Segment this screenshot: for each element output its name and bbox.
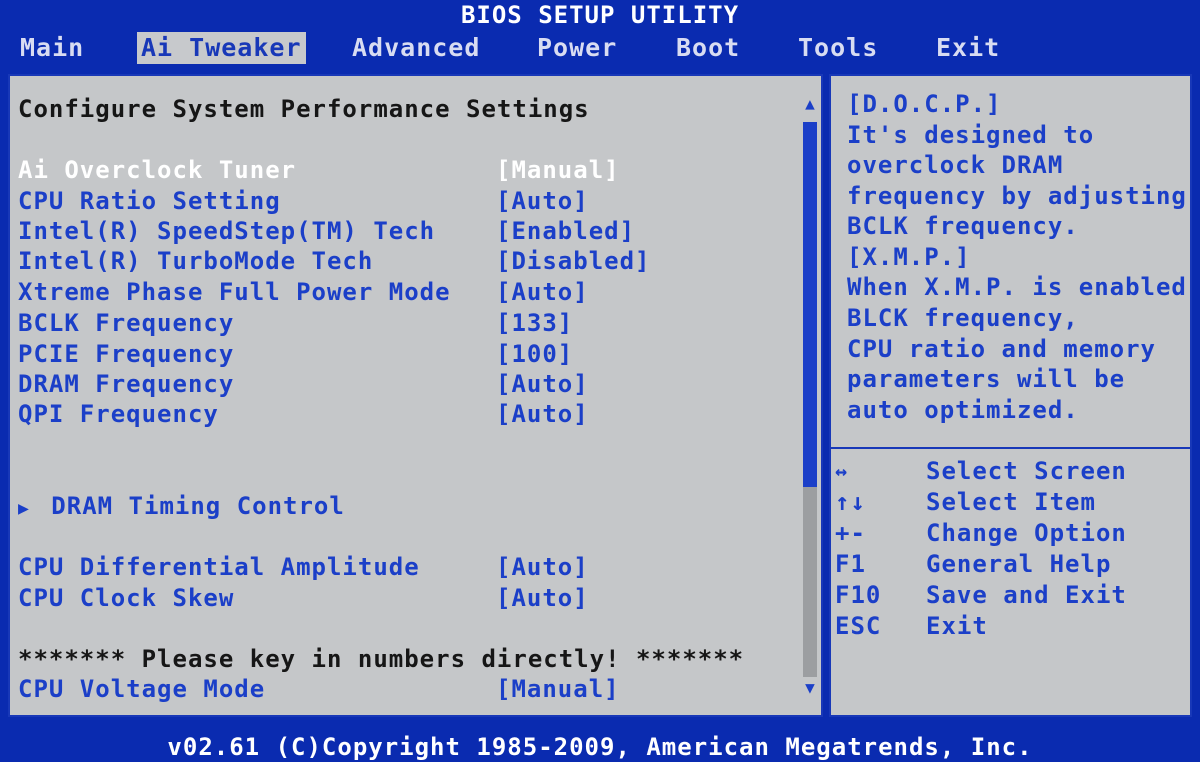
help-line: BLCK frequency, [847,304,1079,332]
copyright-footer: v02.61 (C)Copyright 1985-2009, American … [167,733,1033,761]
key-left-right-icon: ↔ [835,459,849,483]
help-line: It's designed to [847,121,1095,149]
tab-boot[interactable]: Boot [672,32,744,64]
key-esc: ESC [835,612,882,640]
key-f10: F10 [835,581,882,609]
key-f1: F1 [835,550,866,578]
setting-value-pcie-frequency[interactable]: [100] [496,339,573,369]
setting-value-cpu-ratio[interactable]: [Auto] [496,186,589,216]
help-line: frequency by adjusting [847,182,1187,210]
submenu-arrow-icon: ▶ [18,498,30,519]
setting-value-cpu-voltage-mode[interactable]: [Manual] [496,674,620,704]
setting-label-speedstep[interactable]: Intel(R) SpeedStep(TM) Tech [18,216,435,246]
section-title: Configure System Performance Settings [18,95,590,123]
tab-exit[interactable]: Exit [932,32,1004,64]
key-desc: General Help [926,550,1112,578]
setting-label-cpu-ratio[interactable]: CPU Ratio Setting [18,186,281,216]
scroll-up-icon[interactable]: ▲ [801,96,819,112]
submenu-label: DRAM Timing Control [51,492,345,520]
setting-value-turbomode[interactable]: [Disabled] [496,246,651,276]
tab-power[interactable]: Power [533,32,621,64]
setting-label-dram-frequency[interactable]: DRAM Frequency [18,369,234,399]
key-desc: Select Item [926,488,1096,516]
setting-label-cpu-diff-amplitude[interactable]: CPU Differential Amplitude [18,552,420,582]
tab-ai-tweaker[interactable]: Ai Tweaker [137,32,306,64]
key-desc: Select Screen [926,457,1127,485]
scrollbar-track[interactable] [803,487,817,677]
setting-value-qpi-frequency[interactable]: [Auto] [496,399,589,429]
setting-label-bclk-frequency[interactable]: BCLK Frequency [18,308,234,338]
setting-label-ai-overclock-tuner[interactable]: Ai Overclock Tuner [18,155,296,185]
setting-label-turbomode[interactable]: Intel(R) TurboMode Tech [18,246,373,276]
notice-text: ******* Please key in numbers directly! … [18,645,745,673]
tab-tools[interactable]: Tools [794,32,882,64]
help-divider [829,447,1192,449]
help-line: When X.M.P. is enabled [847,273,1187,301]
key-desc: Save and Exit [926,581,1127,609]
setting-label-xtreme-phase[interactable]: Xtreme Phase Full Power Mode [18,277,451,307]
setting-value-speedstep[interactable]: [Enabled] [496,216,635,246]
tab-main[interactable]: Main [16,32,88,64]
setting-value-dram-frequency[interactable]: [Auto] [496,369,589,399]
setting-value-xtreme-phase[interactable]: [Auto] [496,277,589,307]
setting-label-pcie-frequency[interactable]: PCIE Frequency [18,339,234,369]
key-desc: Change Option [926,519,1127,547]
submenu-dram-timing[interactable]: ▶ DRAM Timing Control [18,491,345,524]
setting-value-cpu-diff-amplitude[interactable]: [Auto] [496,552,589,582]
setting-value-bclk-frequency[interactable]: [133] [496,308,573,338]
tab-advanced[interactable]: Advanced [348,32,484,64]
help-line: parameters will be [847,365,1126,393]
scroll-down-icon[interactable]: ▼ [801,680,819,696]
help-line: auto optimized. [847,396,1079,424]
bios-title: BIOS SETUP UTILITY [0,0,1200,30]
help-line: BCLK frequency. [847,212,1079,240]
scrollbar-thumb[interactable] [803,122,817,487]
key-up-down-icon: ↑↓ [835,488,866,516]
help-line: [X.M.P.] [847,243,971,271]
setting-value-ai-overclock-tuner[interactable]: [Manual] [496,155,620,185]
key-plus-minus: +- [835,519,866,547]
help-line: overclock DRAM [847,151,1064,179]
setting-label-cpu-clock-skew[interactable]: CPU Clock Skew [18,583,234,613]
help-line: [D.O.C.P.] [847,90,1002,118]
setting-label-cpu-voltage-mode[interactable]: CPU Voltage Mode [18,674,265,704]
key-desc: Exit [926,612,988,640]
help-line: CPU ratio and memory [847,335,1156,363]
setting-label-qpi-frequency[interactable]: QPI Frequency [18,399,219,429]
setting-value-cpu-clock-skew[interactable]: [Auto] [496,583,589,613]
menu-bar: Main Ai Tweaker Advanced Power Boot Tool… [0,30,1200,66]
